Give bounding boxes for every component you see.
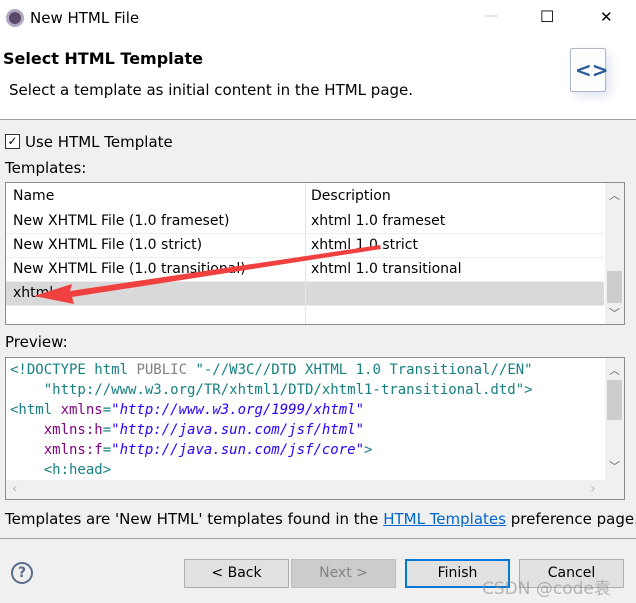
code-token: =	[102, 442, 112, 458]
footer-note: Templates are 'New HTML' templates found…	[5, 510, 636, 528]
scroll-left-icon[interactable]: ‹	[12, 481, 18, 497]
preview-pane[interactable]: <!DOCTYPE html PUBLIC "-//W3C//DTD XHTML…	[5, 357, 625, 500]
scroll-down-icon[interactable]: ﹀	[609, 458, 620, 474]
code-line: "http://www.w3.org/TR/xhtml1/DTD/xhtml1-…	[10, 380, 533, 400]
code-token: >	[364, 442, 373, 458]
code-token: "http://java.sun.com/jsf/html"	[111, 422, 365, 438]
code-line: xmlns:f="http://java.sun.com/jsf/core">	[10, 440, 373, 460]
code-token: =	[102, 402, 112, 418]
preview-horizontal-scrollbar[interactable]: ‹ ›	[6, 480, 624, 499]
next-button[interactable]: Next >	[291, 559, 396, 588]
code-token: "http://www.w3.org/TR/xhtml1/DTD/xhtml1-…	[10, 382, 525, 398]
code-token: "http://www.w3.org/1999/xhtml"	[111, 402, 365, 418]
code-token: <html	[10, 402, 61, 418]
footer-note-text: Templates are 'New HTML' templates found…	[5, 510, 384, 528]
scroll-up-icon[interactable]: ︿	[609, 362, 620, 378]
back-button[interactable]: < Back	[184, 559, 289, 588]
preview-vertical-scrollbar[interactable]: ︿ ﹀	[605, 358, 624, 480]
code-line: xmlns:h="http://java.sun.com/jsf/html"	[10, 420, 364, 440]
help-icon[interactable]: ?	[11, 562, 33, 584]
code-token: PUBLIC	[136, 362, 196, 378]
scroll-right-icon[interactable]: ›	[590, 481, 596, 497]
code-token: <!DOCTYPE html	[10, 362, 137, 378]
code-token: xmlns	[60, 402, 103, 418]
code-line: <!DOCTYPE html PUBLIC "-//W3C//DTD XHTML…	[10, 360, 533, 380]
code-token: "-//W3C//DTD XHTML 1.0 Transitional//EN"	[195, 362, 533, 378]
code-token: =	[102, 422, 112, 438]
code-token: xmlns:h	[10, 422, 103, 438]
preview-label: Preview:	[5, 333, 68, 351]
code-token: "http://java.sun.com/jsf/core"	[111, 442, 365, 458]
footer-note-text-end: preference page.	[505, 510, 636, 528]
watermark: CSDN @code袁	[482, 579, 611, 599]
code-line: <html xmlns="http://www.w3.org/1999/xhtm…	[10, 400, 364, 420]
code-token: <h:head>	[10, 462, 112, 478]
code-token: >	[524, 382, 533, 398]
code-line: <h:head>	[10, 460, 111, 480]
scrollbar-thumb[interactable]	[607, 380, 622, 420]
html-templates-link[interactable]: HTML Templates	[383, 510, 506, 528]
divider	[0, 538, 636, 539]
code-token: xmlns:f	[10, 442, 103, 458]
